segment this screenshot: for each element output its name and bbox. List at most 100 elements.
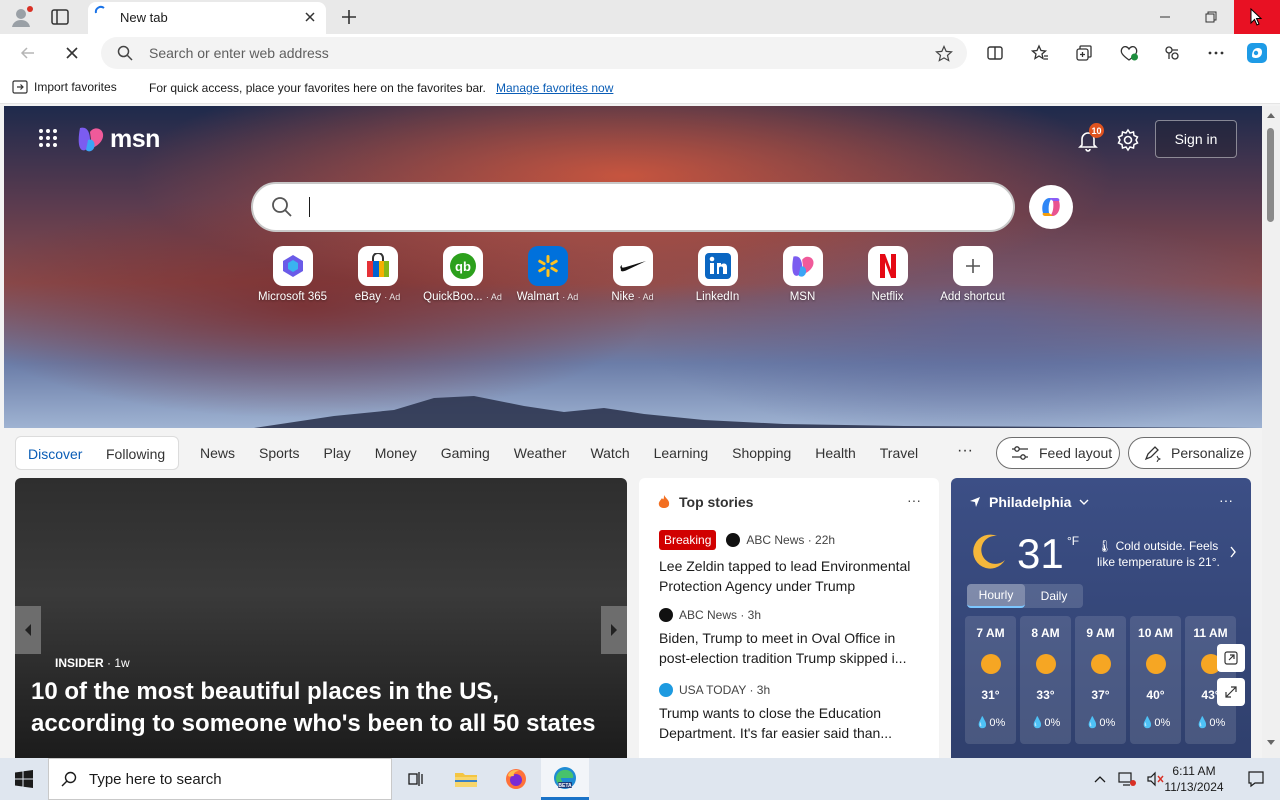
sign-in-button[interactable]: Sign in (1155, 120, 1237, 158)
shortcut-nike[interactable]: Nike · Ad (590, 246, 675, 303)
shortcut-label: Add shortcut (940, 291, 1005, 303)
scrollbar-thumb[interactable] (1267, 128, 1274, 222)
tab-discover[interactable]: Discover (28, 446, 82, 462)
weather-more-button[interactable]: ··· (1219, 492, 1233, 508)
tab-news[interactable]: News (200, 445, 235, 461)
copilot-button[interactable] (1029, 185, 1073, 229)
expand-icon[interactable] (1217, 678, 1245, 706)
profile-icon[interactable] (10, 6, 34, 28)
tab-watch[interactable]: Watch (590, 445, 629, 461)
weather-location[interactable]: Philadelphia (969, 494, 1089, 510)
tab-daily[interactable]: Daily (1025, 584, 1083, 608)
restore-button[interactable] (1188, 0, 1234, 34)
hour-forecast[interactable]: 7 AM 31° 💧0% (965, 616, 1016, 744)
story-source: ABC News · 22h (746, 533, 836, 547)
tab-actions-icon[interactable] (50, 8, 70, 26)
new-tab-button[interactable] (338, 6, 360, 28)
scroll-down-arrow-icon[interactable] (1267, 740, 1275, 746)
shortcut-walmart[interactable]: Walmart · Ad (505, 246, 590, 303)
show-hidden-icons-chevron-icon[interactable] (1094, 775, 1106, 783)
carousel-next-button[interactable] (601, 606, 627, 654)
hour-precip: 0% (1154, 717, 1171, 729)
tab-play[interactable]: Play (323, 445, 350, 461)
address-bar[interactable] (101, 37, 967, 69)
tab-weather[interactable]: Weather (514, 445, 567, 461)
tab-shopping[interactable]: Shopping (732, 445, 791, 461)
back-arrow-icon[interactable] (17, 42, 39, 64)
taskbar-search-input[interactable] (89, 759, 379, 799)
favorites-icon[interactable] (1029, 42, 1051, 64)
story-item[interactable]: Breaking ABC News · 22h Lee Zeldin tappe… (659, 530, 925, 596)
network-icon[interactable] (1118, 771, 1136, 787)
file-explorer-button[interactable] (442, 758, 490, 800)
msn-logo[interactable]: msn (76, 124, 160, 154)
shortcut-msn[interactable]: MSN (760, 246, 845, 303)
tab-travel[interactable]: Travel (880, 445, 918, 461)
more-categories-button[interactable]: ··· (957, 442, 973, 460)
add-favorite-star-icon[interactable] (935, 45, 953, 63)
favorites-bar-message: For quick access, place your favorites h… (149, 81, 486, 95)
tab-hourly[interactable]: Hourly (967, 584, 1025, 608)
firefox-button[interactable] (492, 758, 540, 800)
collections-icon[interactable] (1073, 42, 1095, 64)
hour-forecast[interactable]: 8 AM 33° 💧0% (1020, 616, 1071, 744)
hour-forecast[interactable]: 10 AM 40° 💧0% (1130, 616, 1181, 744)
feed-layout-button[interactable]: Feed layout (996, 437, 1120, 469)
page-scrollbar[interactable] (1262, 106, 1280, 758)
open-in-app-icon[interactable] (1217, 644, 1245, 672)
shortcut-label: Nike (611, 291, 635, 303)
clock-time: 6:11 AM (1172, 764, 1216, 778)
top-stories-more-button[interactable]: ··· (907, 492, 921, 508)
ad-label: · Ad (485, 292, 502, 302)
tab-health[interactable]: Health (815, 445, 855, 461)
featured-article-card[interactable]: INSIDER · 1w 10 of the most beautiful pl… (15, 478, 627, 758)
task-view-button[interactable] (392, 758, 440, 800)
carousel-prev-button[interactable] (15, 606, 41, 654)
hour-forecast[interactable]: 9 AM 37° 💧0% (1075, 616, 1126, 744)
clock-date: 11/13/2024 (1164, 780, 1224, 794)
address-input[interactable] (149, 37, 909, 69)
shortcut-linkedin[interactable]: LinkedIn (675, 246, 760, 303)
web-search-box[interactable] (251, 182, 1015, 232)
tab-title: New tab (120, 10, 168, 25)
chevron-right-icon[interactable] (1229, 546, 1237, 558)
close-window-button[interactable] (1234, 0, 1280, 34)
tab-money[interactable]: Money (375, 445, 417, 461)
tab-new-tab[interactable]: New tab (88, 2, 326, 34)
tab-learning[interactable]: Learning (654, 445, 709, 461)
import-favorites-button[interactable]: Import favorites (12, 80, 117, 94)
sliders-icon (1011, 445, 1029, 461)
start-button[interactable] (0, 758, 48, 800)
taskbar-search-box[interactable] (48, 758, 392, 800)
top-stories-heading: Top stories (679, 494, 754, 510)
shortcut-netflix[interactable]: Netflix (845, 246, 930, 303)
tab-sports[interactable]: Sports (259, 445, 299, 461)
story-item[interactable]: USA TODAY · 3h Trump wants to close the … (659, 683, 925, 743)
shortcut-quickbooks[interactable]: qb QuickBoo... · Ad (420, 246, 505, 303)
shortcut-microsoft365[interactable]: Microsoft 365 (250, 246, 335, 303)
article-age: · 1w (107, 656, 130, 670)
tab-gaming[interactable]: Gaming (441, 445, 490, 461)
more-options-icon[interactable] (1205, 42, 1227, 64)
shortcut-add[interactable]: Add shortcut (930, 246, 1015, 303)
copilot-icon[interactable] (1246, 42, 1268, 64)
app-launcher-icon[interactable] (38, 128, 58, 148)
manage-favorites-link[interactable]: Manage favorites now (496, 81, 613, 95)
browser-essentials-icon[interactable] (1118, 42, 1140, 64)
story-item[interactable]: ABC News · 3h Biden, Trump to meet in Ov… (659, 608, 925, 668)
extensions-icon[interactable] (1161, 42, 1183, 64)
taskbar-clock[interactable]: 6:11 AM 11/13/2024 (1160, 763, 1228, 795)
featured-article-title[interactable]: 10 of the most beautiful places in the U… (31, 676, 611, 740)
scroll-up-arrow-icon[interactable] (1267, 112, 1275, 118)
tab-following[interactable]: Following (106, 446, 165, 462)
personalize-button[interactable]: Personalize (1128, 437, 1251, 469)
edge-beta-button[interactable]: BETA (541, 758, 589, 800)
stop-loading-icon[interactable] (61, 42, 83, 64)
shortcut-ebay[interactable]: eBay · Ad (335, 246, 420, 303)
close-tab-icon[interactable] (302, 9, 318, 25)
split-screen-icon[interactable] (984, 42, 1006, 64)
settings-gear-icon[interactable] (1116, 128, 1140, 152)
minimize-button[interactable] (1142, 0, 1188, 34)
notifications-button[interactable] (1232, 758, 1280, 800)
breaking-badge: Breaking (659, 530, 717, 550)
